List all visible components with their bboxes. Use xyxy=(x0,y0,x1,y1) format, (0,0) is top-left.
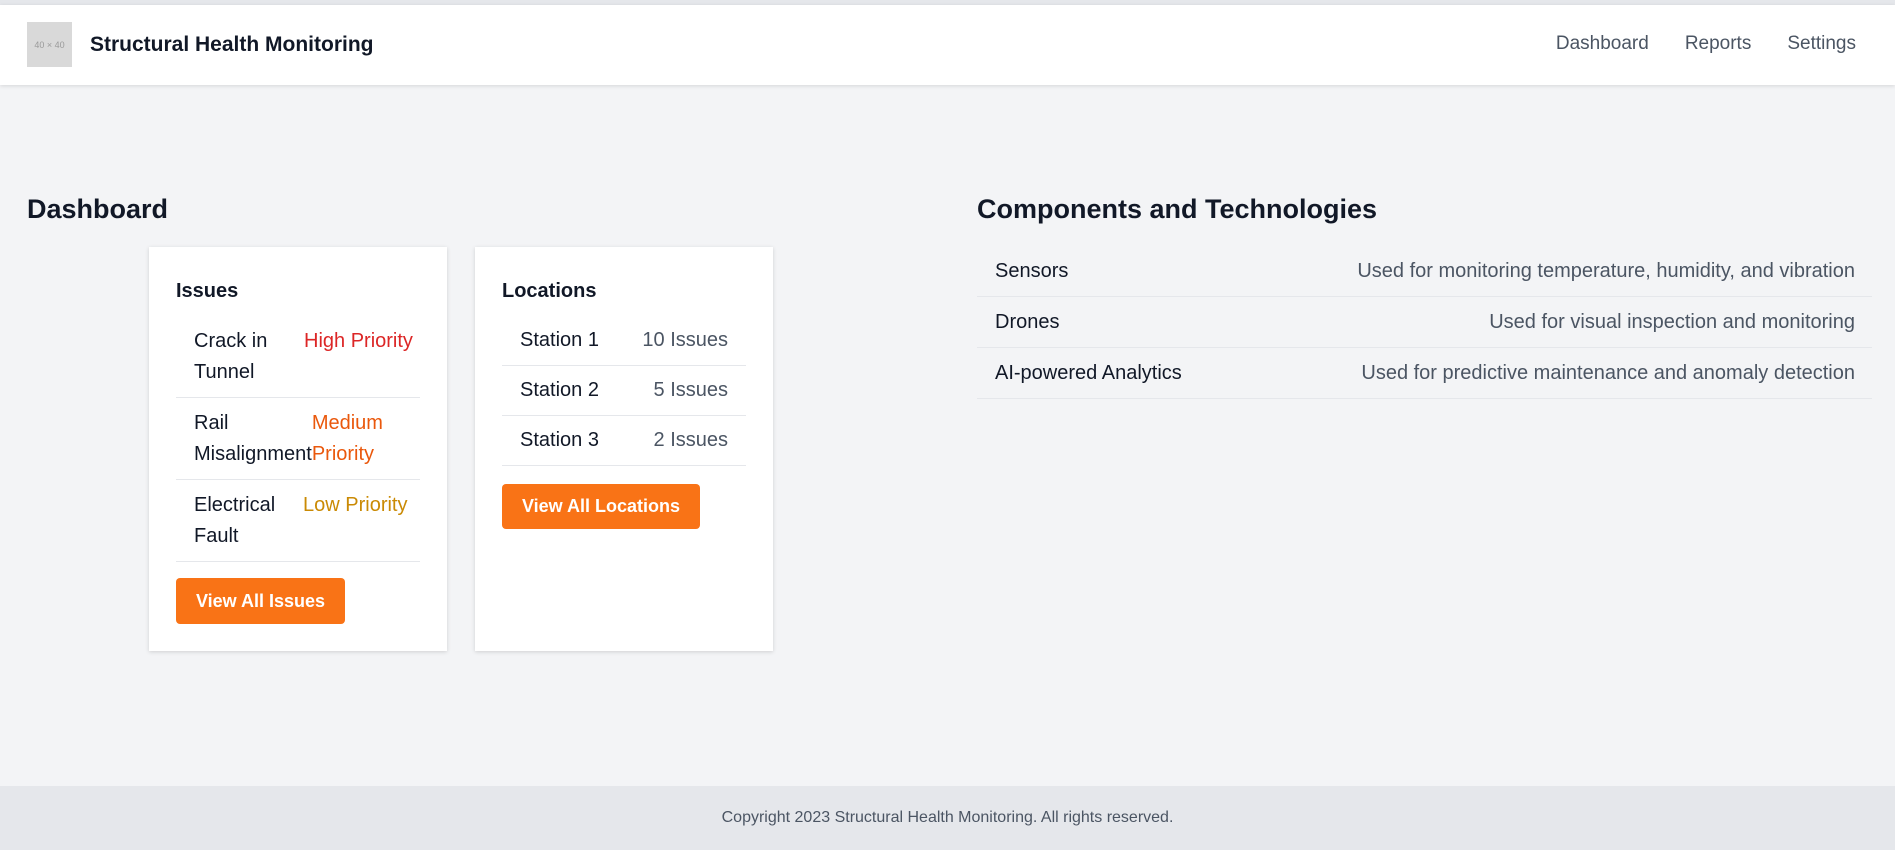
component-description: Used for monitoring temperature, humidit… xyxy=(1357,259,1855,282)
location-name: Station 3 xyxy=(520,429,599,451)
components-table: Sensors Used for monitoring temperature,… xyxy=(977,246,1872,399)
location-issue-count: 5 Issues xyxy=(653,379,728,401)
location-item: Station 1 10 Issues xyxy=(502,316,746,366)
nav-dashboard[interactable]: Dashboard xyxy=(1556,33,1649,55)
location-item: Station 3 2 Issues xyxy=(502,416,746,466)
page-footer: Copyright 2023 Structural Health Monitor… xyxy=(0,786,1895,850)
brand-title: Structural Health Monitoring xyxy=(90,33,374,56)
issues-card-title: Issues xyxy=(176,280,239,302)
location-item: Station 2 5 Issues xyxy=(502,366,746,416)
nav-reports[interactable]: Reports xyxy=(1685,33,1752,55)
location-name: Station 1 xyxy=(520,329,599,351)
copyright-text: Copyright 2023 Structural Health Monitor… xyxy=(721,809,1174,826)
component-row: AI-powered Analytics Used for predictive… xyxy=(977,348,1872,399)
component-name: Sensors xyxy=(995,259,1069,282)
components-heading: Components and Technologies xyxy=(977,194,1378,224)
location-issue-count: 2 Issues xyxy=(653,429,728,451)
issue-name: Electrical Fault xyxy=(194,494,276,547)
issue-name: Rail Misalignment xyxy=(194,412,312,465)
view-all-locations-button[interactable]: View All Locations xyxy=(502,484,700,529)
component-row: Sensors Used for monitoring temperature,… xyxy=(977,246,1872,297)
main-nav: Dashboard Reports Settings xyxy=(1556,33,1856,55)
issue-priority: High Priority xyxy=(304,330,413,352)
locations-list: Station 1 10 Issues Station 2 5 Issues S… xyxy=(502,316,746,466)
issue-item: Rail Misalignment Medium Priority xyxy=(176,398,420,480)
locations-card-title: Locations xyxy=(502,280,597,302)
issue-priority: Medium Priority xyxy=(311,412,383,465)
component-description: Used for visual inspection and monitorin… xyxy=(1489,310,1855,333)
component-name: Drones xyxy=(995,310,1060,333)
issue-item: Electrical Fault Low Priority xyxy=(176,480,420,562)
location-issue-count: 10 Issues xyxy=(642,329,728,351)
issue-item: Crack in Tunnel High Priority xyxy=(176,316,420,398)
location-name: Station 2 xyxy=(520,379,599,401)
nav-settings[interactable]: Settings xyxy=(1787,33,1856,55)
dashboard-heading: Dashboard xyxy=(27,194,169,224)
component-name: AI-powered Analytics xyxy=(995,361,1182,384)
logo-placeholder: 40 × 40 xyxy=(27,22,72,67)
component-row: Drones Used for visual inspection and mo… xyxy=(977,297,1872,348)
top-header: 40 × 40 Structural Health Monitoring Das… xyxy=(0,5,1895,85)
issue-priority: Low Priority xyxy=(303,494,408,516)
component-description: Used for predictive maintenance and anom… xyxy=(1361,361,1855,384)
locations-card: Locations Station 1 10 Issues Station 2 … xyxy=(475,247,773,651)
view-all-issues-button[interactable]: View All Issues xyxy=(176,578,345,624)
issues-card: Issues Crack in Tunnel High Priority Rai… xyxy=(149,247,447,651)
issues-list: Crack in Tunnel High Priority Rail Misal… xyxy=(176,316,420,562)
issue-name: Crack in Tunnel xyxy=(194,330,268,383)
